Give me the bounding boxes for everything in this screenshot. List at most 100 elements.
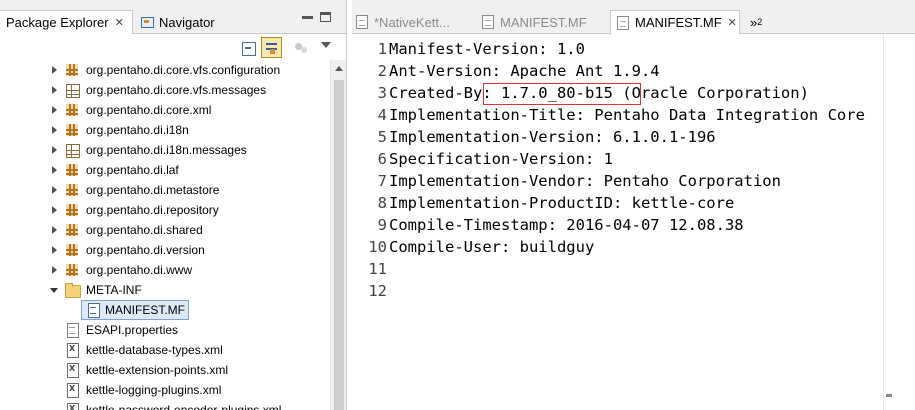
tab-navigator[interactable]: Navigator (138, 10, 215, 34)
line-number: 11 (368, 260, 387, 278)
code-line: 9 Compile-Timestamp: 2016-04-07 12.08.38 (352, 214, 883, 236)
minimize-icon[interactable] (302, 16, 313, 19)
tree-scrollbar[interactable] (330, 60, 346, 410)
line-text: Compile-Timestamp: 2016-04-07 12.08.38 (389, 216, 744, 234)
code-line: 2 Ant-Version: Apache Ant 1.9.4 (352, 60, 883, 82)
line-number: 8 (377, 194, 387, 212)
tab-package-explorer[interactable]: Package Explorer ✕ (0, 10, 133, 34)
editor-tab-label: MANIFEST.MF (500, 14, 587, 30)
code-line: 6 Specification-Version: 1 (352, 148, 883, 170)
line-number: 12 (368, 282, 387, 300)
expand-arrow-icon[interactable] (52, 86, 57, 94)
editor-tab-label: MANIFEST.MF (635, 15, 722, 30)
tree-item[interactable]: kettle-extension-points.xml (0, 360, 330, 380)
expand-arrow-icon[interactable] (52, 266, 57, 274)
package-icon (65, 263, 79, 277)
tree-item[interactable]: org.pentaho.di.version (0, 240, 330, 260)
scroll-thumb[interactable] (334, 80, 344, 410)
package-icon (65, 163, 79, 177)
tree-item-label: org.pentaho.di.repository (86, 203, 219, 217)
line-text: Compile-User: buildguy (389, 238, 595, 256)
tab-overflow-button[interactable]: » 2 (750, 10, 762, 34)
expand-arrow-icon[interactable] (52, 66, 57, 74)
expand-arrow-icon[interactable] (52, 186, 57, 194)
manifest-file-icon (617, 15, 629, 30)
package-icon (65, 63, 79, 77)
scroll-up-icon[interactable] (335, 66, 343, 71)
line-text: Ant-Version: Apache Ant 1.9.4 (389, 62, 660, 80)
tree-item-label: kettle-logging-plugins.xml (86, 383, 222, 397)
code-line: 8 Implementation-ProductID: kettle-core (352, 192, 883, 214)
resource-package-icon (65, 143, 80, 158)
code-line: 11 (352, 258, 883, 280)
tree-item[interactable]: META-INF (0, 280, 330, 300)
tree-item-label: org.pentaho.di.www (86, 263, 193, 277)
tree-item[interactable]: ESAPI.properties (0, 320, 330, 340)
tree-item-label: org.pentaho.di.core.xml (86, 103, 212, 117)
project-tree: org.pentaho.di.core.vfs.configuration org… (0, 60, 330, 410)
editor-tab-manifest[interactable]: MANIFEST.MF (482, 10, 587, 34)
tab-navigator-label: Navigator (159, 14, 215, 30)
tree-item-label: ESAPI.properties (86, 323, 179, 337)
editor-tab-nativekettle[interactable]: *NativeKett... (356, 10, 450, 34)
tree-item[interactable]: kettle-password-encoder-plugins.xml (0, 400, 330, 410)
expand-arrow-icon[interactable] (52, 146, 57, 154)
explorer-toolbar (0, 34, 346, 60)
expand-arrow-icon[interactable] (52, 246, 57, 254)
line-text: Created-By: 1.7.0_80-b15 (Oracle Corpora… (389, 84, 809, 102)
resource-package-icon (65, 83, 80, 98)
collapse-arrow-icon[interactable] (50, 288, 58, 293)
code-line: 5 Implementation-Version: 6.1.0.1-196 (352, 126, 883, 148)
line-text: Specification-Version: 1 (389, 150, 613, 168)
tree-item-label: org.pentaho.di.i18n (86, 123, 189, 137)
tree-item-label: META-INF (86, 283, 142, 297)
tree-item[interactable]: org.pentaho.di.metastore (0, 180, 330, 200)
tree-item[interactable]: org.pentaho.di.repository (0, 200, 330, 220)
tree-item[interactable]: org.pentaho.di.core.vfs.messages (0, 80, 330, 100)
tree-item-label: MANIFEST.MF (105, 303, 185, 317)
navigator-icon (140, 15, 154, 29)
tab-package-explorer-label: Package Explorer (6, 15, 109, 30)
tree-item[interactable]: org.pentaho.di.i18n (0, 120, 330, 140)
tree-item[interactable]: org.pentaho.di.core.xml (0, 100, 330, 120)
tree-item[interactable]: org.pentaho.di.i18n.messages (0, 140, 330, 160)
code-line: 1 Manifest-Version: 1.0 (352, 38, 883, 60)
left-tab-bar: Package Explorer ✕ Navigator (0, 0, 346, 34)
expand-arrow-icon[interactable] (52, 206, 57, 214)
tree-item-label: org.pentaho.di.shared (86, 223, 203, 237)
tree-item[interactable]: kettle-logging-plugins.xml (0, 380, 330, 400)
close-icon[interactable]: ✕ (115, 16, 124, 29)
tree-item-label: org.pentaho.di.i18n.messages (86, 143, 247, 157)
editor-tab-manifest-active[interactable]: MANIFEST.MF ✕ (610, 10, 740, 34)
xml-file-icon (65, 383, 79, 398)
tree-item[interactable]: MANIFEST.MF (0, 300, 330, 320)
line-number: 3 (377, 84, 387, 102)
tree-item[interactable]: kettle-database-types.xml (0, 340, 330, 360)
xml-file-icon (65, 343, 79, 358)
maximize-icon[interactable] (320, 12, 331, 22)
expand-arrow-icon[interactable] (52, 166, 57, 174)
package-icon (65, 103, 79, 117)
expand-arrow-icon[interactable] (52, 126, 57, 134)
editor-overview-ruler[interactable] (883, 34, 915, 410)
line-number: 9 (377, 216, 387, 234)
expand-arrow-icon[interactable] (52, 106, 57, 114)
line-text: Manifest-Version: 1.0 (389, 40, 585, 58)
tree-item-label: org.pentaho.di.laf (86, 163, 179, 177)
tree-item[interactable]: org.pentaho.di.core.vfs.configuration (0, 60, 330, 80)
tree-item[interactable]: org.pentaho.di.www (0, 260, 330, 280)
code-line: 10 Compile-User: buildguy (352, 236, 883, 258)
code-text-area[interactable]: 1 Manifest-Version: 1.0 2 Ant-Version: Apac… (352, 34, 883, 410)
view-menu-icon[interactable] (321, 42, 331, 48)
line-text: Implementation-Title: Pentaho Data Integ… (389, 106, 865, 124)
package-icon (65, 203, 79, 217)
overflow-count: 2 (757, 17, 763, 27)
collapse-all-icon[interactable] (239, 39, 257, 57)
tree-item[interactable]: org.pentaho.di.shared (0, 220, 330, 240)
link-with-editor-icon[interactable] (261, 37, 282, 58)
close-icon[interactable]: ✕ (728, 16, 737, 29)
expand-arrow-icon[interactable] (52, 226, 57, 234)
focus-task-icon[interactable] (292, 39, 310, 57)
package-explorer-panel: Package Explorer ✕ Navigator org.pentaho… (0, 0, 347, 410)
tree-item[interactable]: org.pentaho.di.laf (0, 160, 330, 180)
